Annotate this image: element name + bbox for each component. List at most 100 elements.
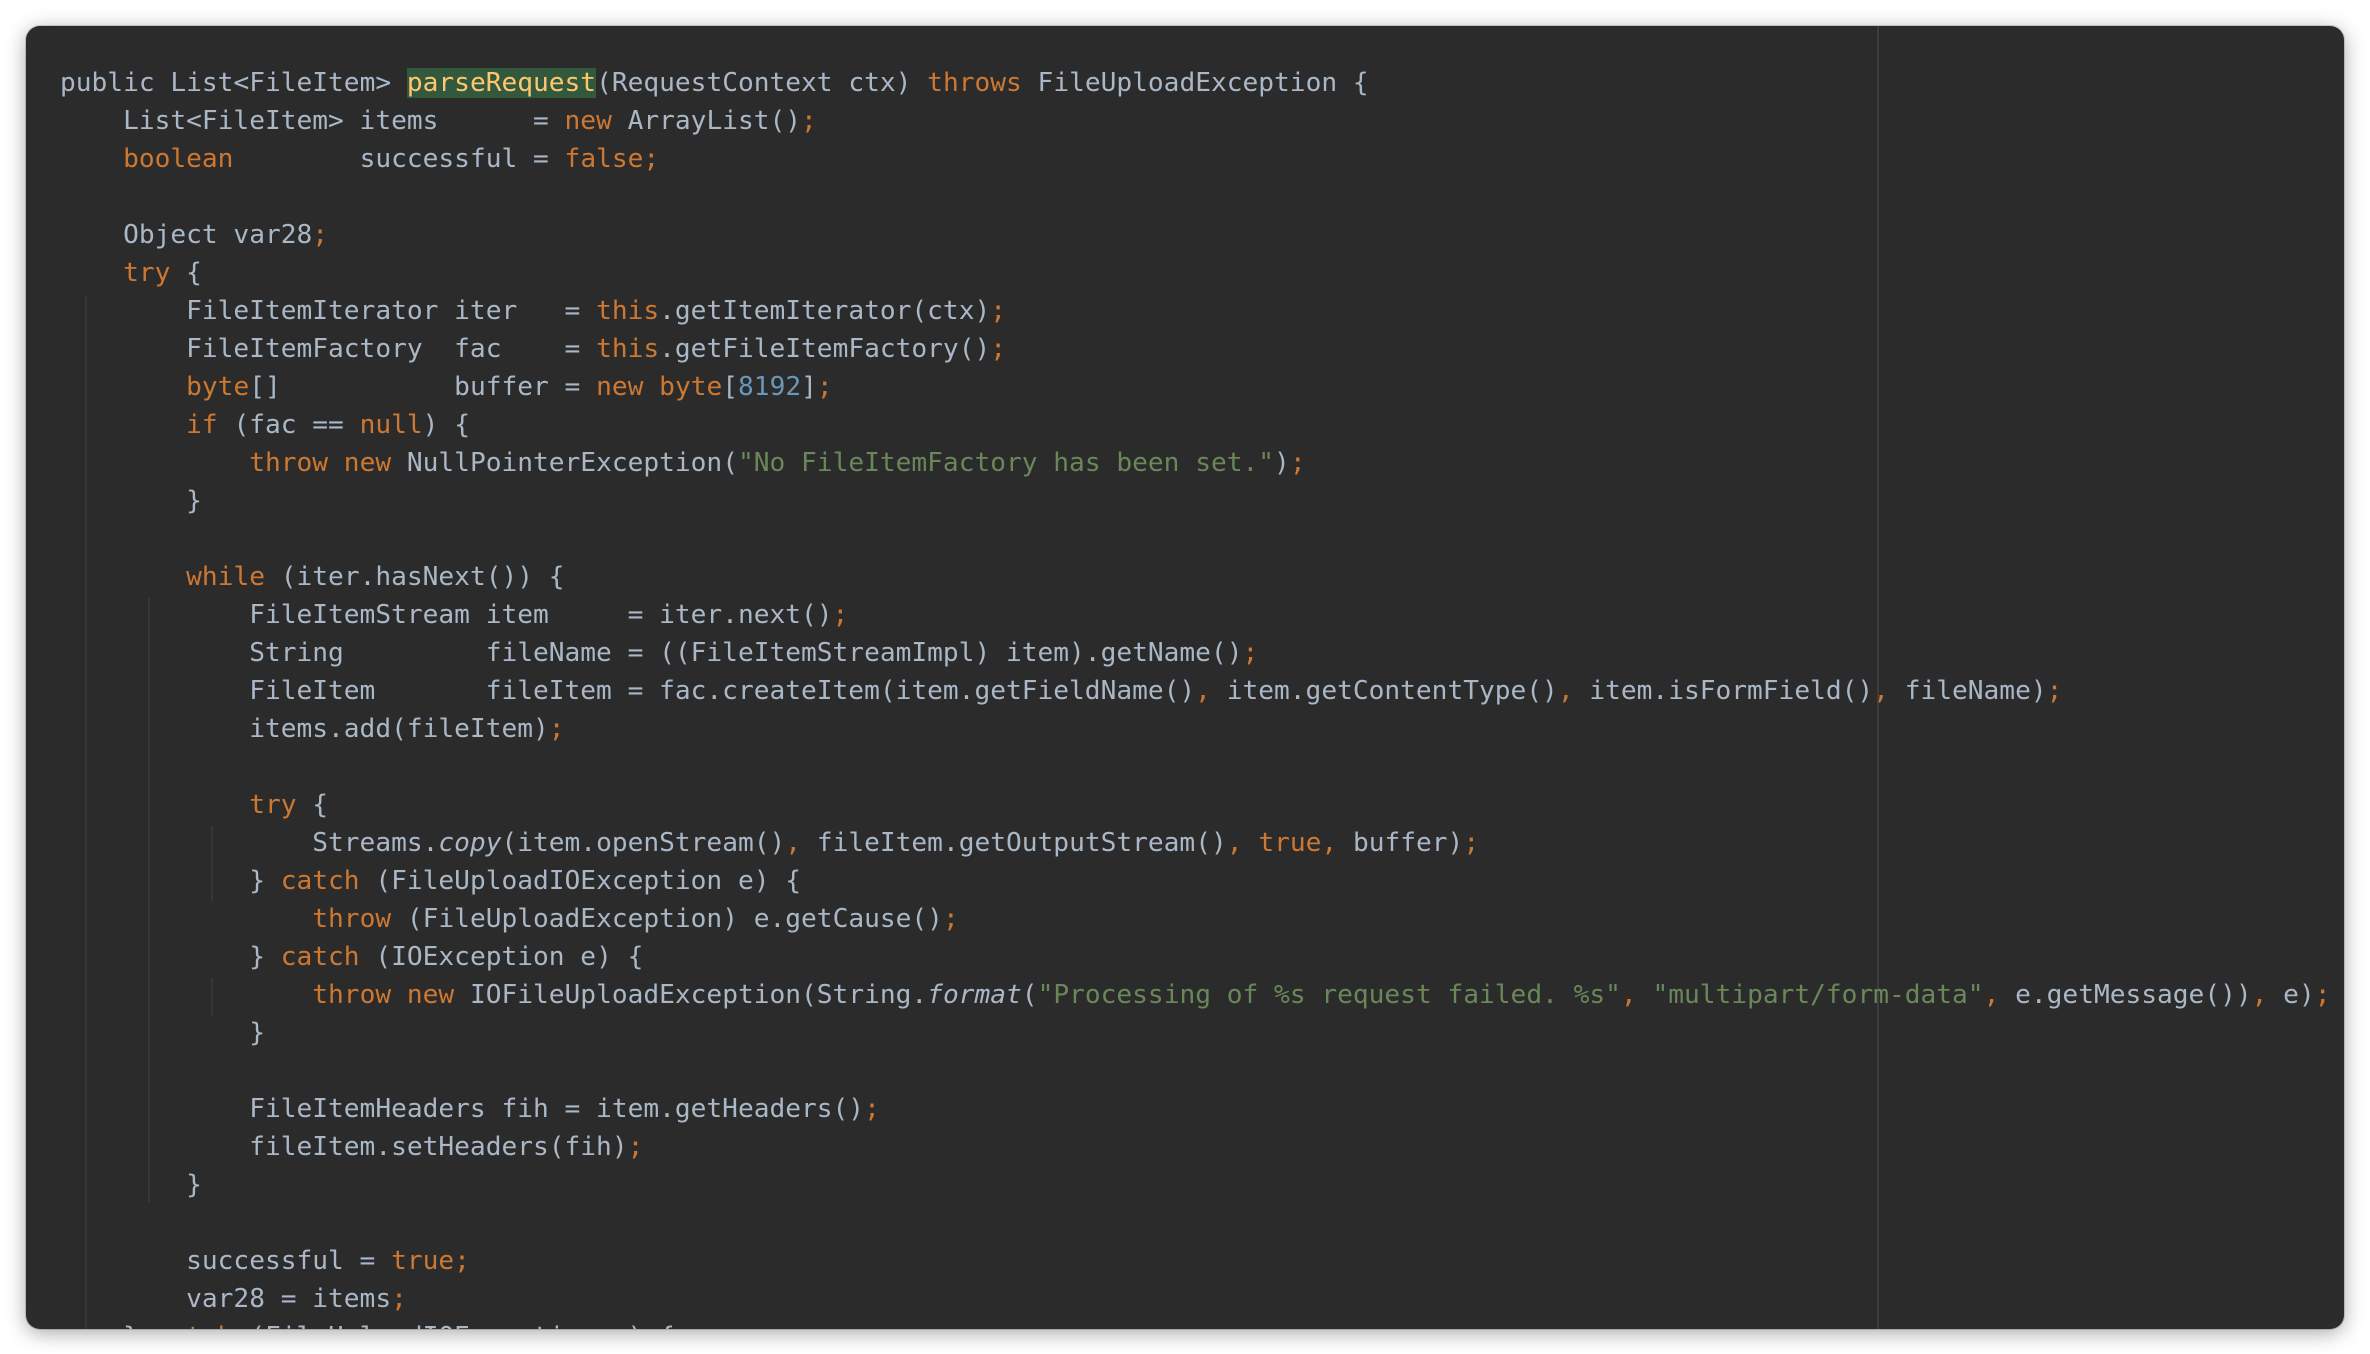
- code-token: catch: [280, 942, 360, 972]
- code-line: boolean successful = false;: [60, 140, 2331, 178]
- code-token: throw new: [249, 448, 392, 478]
- code-token: }: [60, 942, 281, 972]
- code-line: throw (FileUploadException) e.getCause()…: [60, 900, 2331, 938]
- code-token: null: [359, 410, 423, 440]
- code-token: String fileName = ((FileItemStreamImpl) …: [60, 638, 1243, 668]
- code-token: ;: [990, 296, 1007, 326]
- code-token: throws: [927, 68, 1022, 98]
- code-token: (FileUploadIOException e) {: [233, 1322, 675, 1329]
- code-token: ]: [801, 372, 817, 402]
- code-line: } catch (IOException e) {: [60, 938, 2331, 976]
- code-line: FileItemFactory fac = this.getFileItemFa…: [60, 330, 2331, 368]
- code-line: items.add(fileItem);: [60, 710, 2331, 748]
- code-token: (: [1021, 980, 1038, 1010]
- code-token: format: [927, 980, 1022, 1010]
- code-token: ;: [801, 106, 817, 136]
- code-token: "No FileItemFactory has been set.": [737, 448, 1275, 478]
- code-token: fileName): [1888, 676, 2047, 706]
- code-token: ArrayList(): [611, 106, 802, 136]
- code-line: }: [60, 1014, 2331, 1052]
- code-token: FileItemFactory fac =: [60, 334, 597, 364]
- code-token: FileUploadException {: [1021, 68, 1369, 98]
- code-token: e.getMessage()): [1999, 980, 2252, 1010]
- code-token: "multipart/form-data": [1652, 980, 1984, 1010]
- code-token: ,: [1873, 676, 1889, 706]
- code-line: successful = true;: [60, 1242, 2331, 1280]
- code-token: item.getContentType(): [1210, 676, 1558, 706]
- code-line: try {: [60, 786, 2331, 824]
- code-token: ,: [1983, 980, 2000, 1010]
- code-token: }: [60, 486, 202, 516]
- code-token: boolean: [123, 144, 234, 174]
- code-line: throw new IOFileUploadException(String.f…: [60, 976, 2331, 1014]
- code-token: IOFileUploadException(String.: [454, 980, 928, 1010]
- code-token: ;: [454, 1246, 470, 1276]
- code-token: }: [60, 1170, 202, 1200]
- code-token: ,: [1195, 676, 1211, 706]
- code-line: } catch (FileUploadIOException e) {: [60, 862, 2331, 900]
- code-line: var28 = items;: [60, 1280, 2331, 1318]
- code-token: copy: [438, 828, 502, 858]
- code-line: } catch (FileUploadIOException e) {: [60, 1318, 2331, 1329]
- code-token: ;: [832, 600, 849, 630]
- code-line: FileItemIterator iter = this.getItemIter…: [60, 292, 2331, 330]
- code-token: (FileUploadException) e.getCause(): [391, 904, 943, 934]
- code-line: FileItemStream item = iter.next();: [60, 596, 2331, 634]
- code-line: FileItemHeaders fih = item.getHeaders();: [60, 1090, 2331, 1128]
- code-token: {: [296, 790, 329, 820]
- code-line: String fileName = ((FileItemStreamImpl) …: [60, 634, 2331, 672]
- code-token: try: [249, 790, 297, 820]
- code-token: 8192: [738, 372, 802, 402]
- code-token: .getFileItemFactory(): [659, 334, 991, 364]
- code-token: NullPointerException(: [391, 448, 738, 478]
- code-token: }: [60, 1322, 155, 1329]
- code-token: ,: [785, 828, 802, 858]
- code-line: }: [60, 1166, 2331, 1204]
- code-token: List<FileItem>: [170, 68, 407, 98]
- code-token: ) {: [422, 410, 470, 440]
- code-token: (RequestContext ctx): [596, 68, 928, 98]
- code-token: ;: [548, 714, 565, 744]
- code-token: ,: [1557, 676, 1574, 706]
- code-token: throw new: [312, 980, 455, 1010]
- code-token: ;: [1289, 448, 1306, 478]
- code-line: Object var28;: [60, 216, 2331, 254]
- code-token: FileItemStream item = iter.next(): [60, 600, 833, 630]
- code-token: fileItem.setHeaders(fih): [60, 1132, 628, 1162]
- code-token: successful =: [60, 1246, 392, 1276]
- code-token: while: [186, 562, 265, 592]
- code-token: byte: [659, 372, 723, 402]
- code-token: new: [596, 372, 644, 402]
- code-token: ;: [2314, 980, 2331, 1010]
- code-token: catch: [280, 866, 360, 896]
- code-token: ;: [816, 372, 833, 402]
- code-line: public List<FileItem> parseRequest(Reque…: [60, 64, 2331, 102]
- code-token: ;: [2046, 676, 2063, 706]
- code-token: new: [564, 106, 612, 136]
- code-token: true: [391, 1246, 455, 1276]
- code-token: fileItem.getOutputStream(): [801, 828, 1227, 858]
- code-line: while (iter.hasNext()) {: [60, 558, 2331, 596]
- code-token: }: [60, 866, 281, 896]
- code-token: (fac ==: [217, 410, 360, 440]
- code-token: throw: [312, 904, 392, 934]
- code-token: FileItemHeaders fih = item.getHeaders(): [60, 1094, 865, 1124]
- code-token: true: [1258, 828, 1322, 858]
- method-name-highlight: parseRequest: [406, 68, 597, 98]
- code-token: ;: [1463, 828, 1480, 858]
- code-token: var28 = items: [60, 1284, 392, 1314]
- code-area[interactable]: public List<FileItem> parseRequest(Reque…: [60, 64, 2331, 1329]
